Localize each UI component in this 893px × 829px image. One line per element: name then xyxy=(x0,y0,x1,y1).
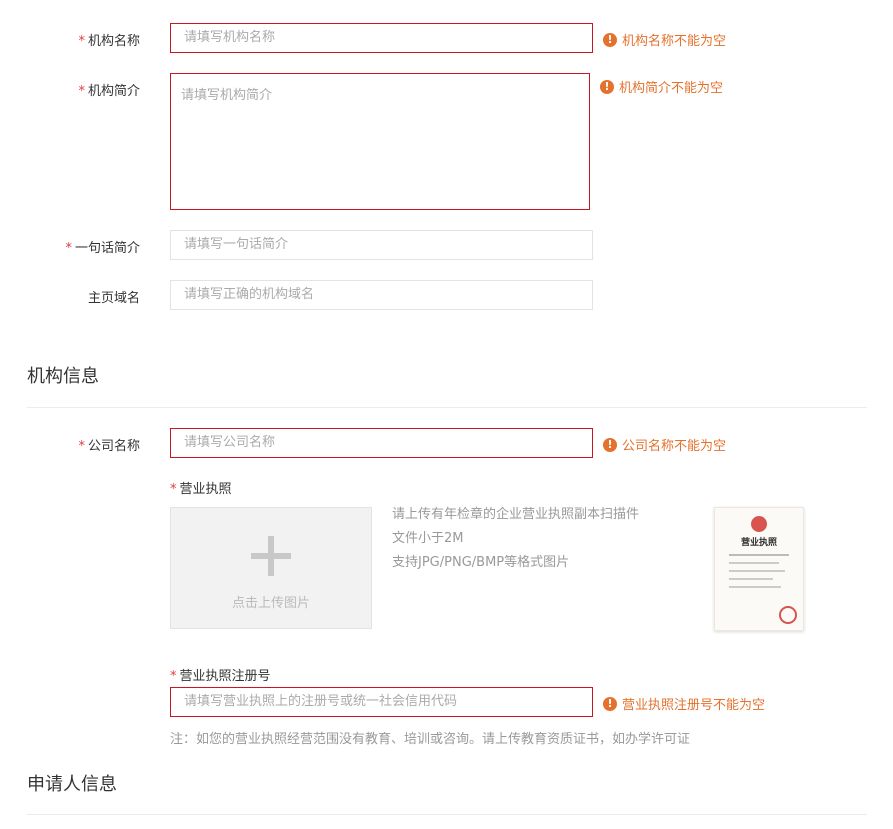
license-hint: 请上传有年检章的企业营业执照副本扫描件 xyxy=(392,507,640,522)
org-intro-error: ! 机构简介不能为空 xyxy=(600,77,723,96)
required-mark: * xyxy=(170,482,177,497)
required-mark: * xyxy=(78,34,85,49)
homepage-domain-label: 主页域名 xyxy=(87,291,140,306)
license-hint: 文件小于2M xyxy=(392,531,464,546)
one-line-intro-input[interactable]: 请填写一句话简介 xyxy=(170,230,593,260)
error-icon: ! xyxy=(603,437,617,452)
upload-label: 点击上传图片 xyxy=(231,596,310,611)
license-sample-title: 营业执照 xyxy=(740,538,777,548)
company-name-error: ! 公司名称不能为空 xyxy=(603,435,726,454)
license-hints: 请上传有年检章的企业营业执照副本扫描件 文件小于2M 支持JPG/PNG/BMP… xyxy=(392,503,639,575)
required-mark: * xyxy=(78,84,85,99)
license-sample-image: 营业执照 xyxy=(714,507,804,631)
org-name-label: * 机构名称 xyxy=(78,34,140,49)
required-mark: * xyxy=(78,439,85,454)
error-icon: ! xyxy=(603,32,617,47)
plus-icon-vertical xyxy=(268,536,274,576)
homepage-domain-input[interactable]: 请填写正确的机构域名 xyxy=(170,280,593,310)
org-name-error: ! 机构名称不能为空 xyxy=(603,30,726,49)
company-name-input[interactable]: 请填写公司名称 xyxy=(170,428,593,458)
org-intro-textarea[interactable]: 请填写机构简介 xyxy=(170,73,590,210)
emblem-icon xyxy=(751,516,767,532)
error-icon: ! xyxy=(603,696,617,711)
license-note: 注：如您的营业执照经营范围没有教育、培训或咨询。请上传教育资质证书，如办学许可证 xyxy=(170,732,691,747)
business-license-label: * 营业执照 xyxy=(170,482,232,497)
stamp-icon xyxy=(779,606,797,624)
license-reg-no-label: * 营业执照注册号 xyxy=(170,669,271,684)
license-reg-no-input[interactable]: 请填写营业执照上的注册号或统一社会信用代码 xyxy=(170,687,593,717)
required-mark: * xyxy=(170,669,177,684)
license-upload-box[interactable]: 点击上传图片 xyxy=(170,507,372,629)
error-icon: ! xyxy=(600,79,614,94)
license-hint: 支持JPG/PNG/BMP等格式图片 xyxy=(392,555,570,570)
org-intro-label: * 机构简介 xyxy=(78,84,140,99)
org-name-input[interactable]: 请填写机构名称 xyxy=(170,23,593,53)
license-reg-no-error: ! 营业执照注册号不能为空 xyxy=(603,694,765,713)
applicant-info-section-title: 申请人信息 xyxy=(27,774,117,795)
required-mark: * xyxy=(65,241,72,256)
section-divider xyxy=(27,407,867,408)
section-divider xyxy=(27,814,867,815)
one-line-intro-label: * 一句话简介 xyxy=(65,241,140,256)
company-name-label: * 公司名称 xyxy=(78,439,140,454)
org-info-section-title: 机构信息 xyxy=(27,366,99,387)
